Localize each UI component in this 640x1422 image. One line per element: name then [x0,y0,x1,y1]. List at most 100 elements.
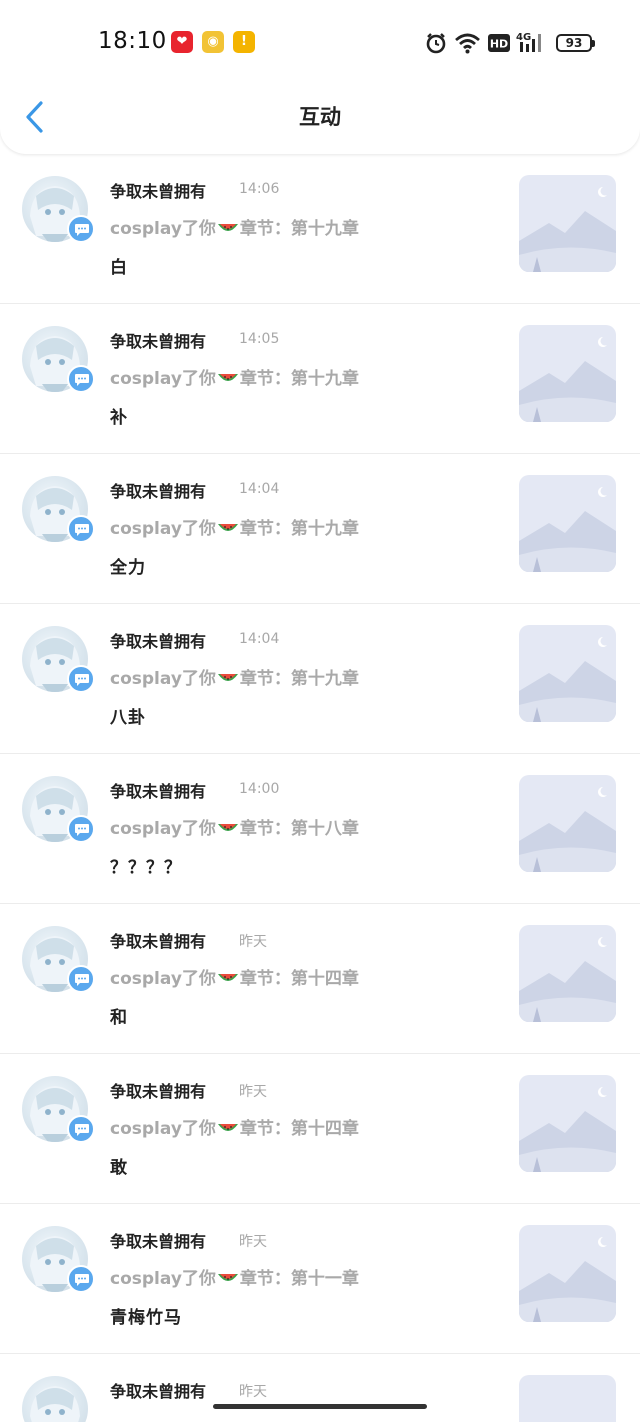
list-item[interactable]: 争取未曾拥有 昨天 cosplay了你 章节：第十一章 青梅竹马 [0,1204,640,1354]
comment-text: 青梅竹马 [110,1308,182,1328]
timestamp: 昨天 [239,1084,267,1100]
battery-indicator: 93 [556,34,595,52]
source-chapter[interactable]: cosplay了你 章节：第十九章 [110,514,359,539]
timestamp: 14:00 [239,781,280,797]
list-item[interactable]: 争取未曾拥有 14:04 cosplay了你 章节：第十九章 全力 [0,454,640,604]
source-chapter-label: 章节：第十九章 [239,669,359,689]
comment-badge-icon [67,815,95,843]
watermelon-icon [217,374,238,381]
timestamp: 14:05 [239,331,280,347]
username[interactable]: 争取未曾拥有 [110,478,206,502]
source-chapter[interactable]: cosplay了你 章节：第十九章 [110,664,359,689]
watermelon-icon [217,974,238,981]
4g-signal-icon: 4G [516,32,541,52]
home-indicator[interactable] [213,1404,427,1409]
watermelon-icon [217,1274,238,1281]
status-bar: 18:10 ❤ ◉ ! HD 4G 93 [0,0,640,86]
weibo-icon: ◉ [202,31,224,53]
source-chapter[interactable]: cosplay了你 章节：第十九章 [110,364,359,389]
watermelon-icon [217,224,238,231]
list-item[interactable]: 争取未曾拥有 昨天 cosplay了你 章节：第十四章 和 [0,904,640,1054]
source-chapter-label: 章节：第十九章 [239,519,359,539]
thumbnail-placeholder[interactable] [519,475,616,572]
svg-text:HD: HD [490,38,508,51]
list-item[interactable]: 争取未曾拥有 14:00 cosplay了你 章节：第十八章 ？？？？ [0,754,640,904]
comment-text: 八卦 [110,708,146,728]
source-book: cosplay了你 [110,369,216,389]
top-bar: 18:10 ❤ ◉ ! HD 4G 93 互动 [0,0,640,154]
username[interactable]: 争取未曾拥有 [110,178,206,202]
username[interactable]: 争取未曾拥有 [110,778,206,802]
list-item[interactable]: 争取未曾拥有 14:06 cosplay了你 章节：第十九章 白 [0,154,640,304]
comment-text: 和 [110,1008,128,1028]
timestamp: 14:04 [239,481,280,497]
source-chapter-label: 章节：第十八章 [239,819,359,839]
watermelon-icon [217,674,238,681]
svg-text:4G: 4G [516,32,531,43]
thumbnail-placeholder[interactable] [519,775,616,872]
username[interactable]: 争取未曾拥有 [110,328,206,352]
watermelon-icon [217,524,238,531]
username[interactable]: 争取未曾拥有 [110,1378,206,1402]
list-item[interactable]: 争取未曾拥有 14:05 cosplay了你 章节：第十九章 补 [0,304,640,454]
list-item[interactable]: 争取未曾拥有 昨天 [0,1354,640,1422]
timestamp: 14:06 [239,181,280,197]
source-book: cosplay了你 [110,219,216,239]
comment-text: 白 [110,258,128,278]
thumbnail-placeholder[interactable] [519,325,616,422]
wifi-icon [455,33,480,54]
timestamp: 14:04 [239,631,280,647]
source-chapter-label: 章节：第十一章 [239,1269,359,1289]
source-chapter[interactable]: cosplay了你 章节：第十四章 [110,964,359,989]
source-chapter-label: 章节：第十九章 [239,369,359,389]
username[interactable]: 争取未曾拥有 [110,628,206,652]
source-book: cosplay了你 [110,669,216,689]
comment-text: 补 [110,408,128,428]
hd-icon: HD [488,34,510,52]
timestamp: 昨天 [239,1234,267,1250]
source-chapter-label: 章节：第十四章 [239,969,359,989]
status-time: 18:10 [98,28,167,54]
source-chapter[interactable]: cosplay了你 章节：第十一章 [110,1264,359,1289]
thumbnail-placeholder[interactable] [519,625,616,722]
comment-badge-icon [67,1265,95,1293]
comment-badge-icon [67,215,95,243]
notification-icon: ! [233,31,255,53]
comment-text: 全力 [110,558,146,578]
avatar[interactable] [22,1376,88,1422]
thumbnail-placeholder[interactable] [519,1075,616,1172]
username[interactable]: 争取未曾拥有 [110,1078,206,1102]
thumbnail-placeholder[interactable] [519,1375,616,1422]
source-book: cosplay了你 [110,519,216,539]
thumbnail-placeholder[interactable] [519,1225,616,1322]
list-item[interactable]: 争取未曾拥有 14:04 cosplay了你 章节：第十九章 八卦 [0,604,640,754]
watermelon-icon [217,1124,238,1131]
source-book: cosplay了你 [110,1119,216,1139]
comment-text: ？？？？ [110,858,182,878]
alarm-icon [426,33,446,54]
thumbnail-placeholder[interactable] [519,175,616,272]
comment-badge-icon [67,665,95,693]
source-chapter-label: 章节：第十四章 [239,1119,359,1139]
comment-badge-icon [67,965,95,993]
thumbnail-placeholder[interactable] [519,925,616,1022]
source-chapter-label: 章节：第十九章 [239,219,359,239]
source-chapter[interactable]: cosplay了你 章节：第十四章 [110,1114,359,1139]
watermelon-icon [217,824,238,831]
comment-text: 敢 [110,1158,128,1178]
source-book: cosplay了你 [110,969,216,989]
comment-badge-icon [67,365,95,393]
source-book: cosplay了你 [110,1269,216,1289]
comment-badge-icon [67,1115,95,1143]
source-chapter[interactable]: cosplay了你 章节：第十八章 [110,814,359,839]
source-book: cosplay了你 [110,819,216,839]
page-title: 互动 [299,105,341,129]
list-item[interactable]: 争取未曾拥有 昨天 cosplay了你 章节：第十四章 敢 [0,1054,640,1204]
app-notification-icon: ❤ [171,31,193,53]
comment-badge-icon [67,515,95,543]
username[interactable]: 争取未曾拥有 [110,928,206,952]
source-chapter[interactable]: cosplay了你 章节：第十九章 [110,214,359,239]
timestamp: 昨天 [239,1384,267,1400]
username[interactable]: 争取未曾拥有 [110,1228,206,1252]
timestamp: 昨天 [239,934,267,950]
